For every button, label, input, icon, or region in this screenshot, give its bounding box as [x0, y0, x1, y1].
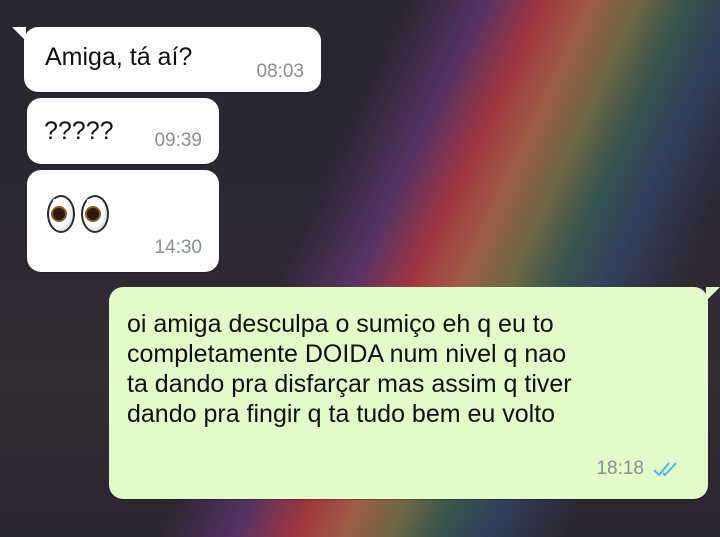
message-meta: 18:18	[596, 458, 682, 480]
eyes-emoji-icon	[47, 195, 115, 238]
double-check-read-icon	[653, 462, 677, 477]
message-line: ta dando pra disfarçar mas assim q tiver	[127, 370, 572, 398]
message-text: ?????	[44, 117, 114, 145]
message-bubble-outgoing[interactable]: oi amiga desculpa o sumiço eh q eu to co…	[109, 287, 720, 499]
message-timestamp: 09:39	[154, 130, 202, 151]
message-text: Amiga, tá aí?	[45, 43, 193, 71]
message-timestamp: 18:18	[596, 458, 644, 479]
message-bubble-incoming[interactable]: Amiga, tá aí? 08:03	[12, 27, 321, 92]
message-text: oi amiga desculpa o sumiço eh q eu to co…	[127, 309, 572, 429]
message-line: completamente DOIDA num nivel q nao	[127, 340, 567, 368]
eye-icon	[47, 195, 75, 233]
message-bubble-incoming[interactable]: ????? 09:39	[27, 98, 219, 164]
eye-icon	[81, 195, 109, 233]
message-bubble-incoming[interactable]: 14:30	[27, 170, 219, 272]
message-timestamp: 08:03	[256, 61, 304, 82]
message-line: dando pra fingir q ta tudo bem eu volto	[127, 400, 556, 428]
message-line: oi amiga desculpa o sumiço eh q eu to	[127, 310, 554, 338]
message-timestamp: 14:30	[154, 237, 202, 258]
